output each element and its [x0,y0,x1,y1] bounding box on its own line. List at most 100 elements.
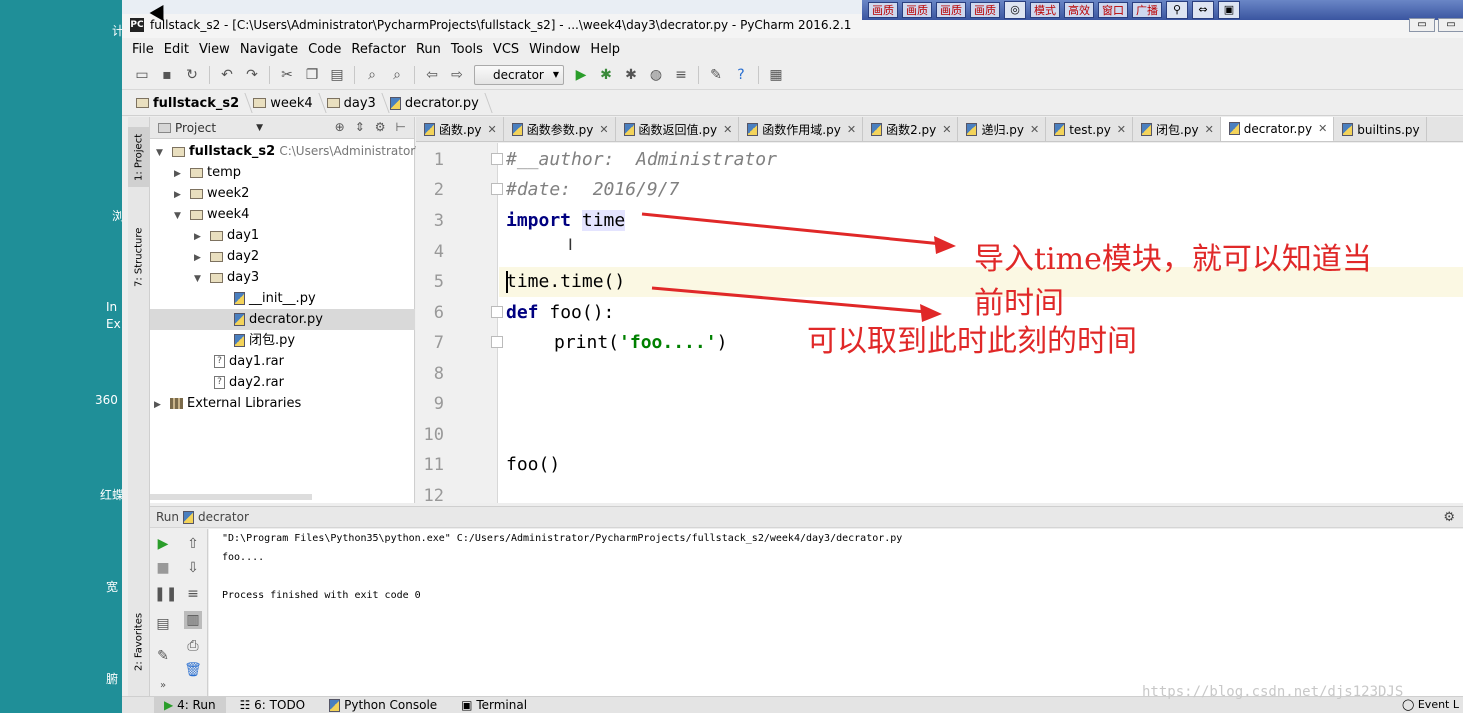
menu-edit[interactable]: Edit [164,42,189,57]
open-folder-icon[interactable]: ▭ [134,67,150,83]
tree-item[interactable]: ▶ temp [150,162,415,183]
cut-icon[interactable]: ✂ [279,67,295,83]
ext-button[interactable]: 窗口 [1098,2,1128,18]
horizontal-scrollbar[interactable] [150,494,312,500]
menu-refactor[interactable]: Refactor [351,42,406,57]
tree-item[interactable]: ▶ External Libraries [150,393,415,414]
menu-window[interactable]: Window [529,42,580,57]
close-icon[interactable]: ✕ [942,123,951,136]
close-icon[interactable]: ✕ [599,123,608,136]
editor-tab-active[interactable]: decrator.py ✕ [1220,117,1335,141]
editor-tab[interactable]: 函数作用域.py ✕ [739,117,864,141]
bottom-tab-todo[interactable]: ☷ 6: TODO [230,697,316,713]
redo-icon[interactable]: ↷ [244,67,260,83]
disc-icon[interactable]: ◎ [1004,1,1026,19]
menu-run[interactable]: Run [416,42,441,57]
fold-marker-icon[interactable] [491,153,503,165]
ext-button[interactable]: 画质 [970,2,1000,18]
ext-button[interactable]: 广播 [1132,2,1162,18]
close-icon[interactable]: ✕ [488,123,497,136]
expanded-arrow-icon[interactable]: ▼ [174,206,184,227]
tree-item[interactable]: ▶ day1 [150,225,415,246]
breadcrumb-item[interactable]: day3 [326,96,384,111]
arrows-icon[interactable]: ⇔ [1192,1,1214,19]
vcs-icon[interactable]: ▦ [768,67,784,83]
coverage-icon[interactable]: ✱ [623,67,639,83]
editor-tab[interactable]: builtins.py [1334,117,1427,141]
collapse-icon[interactable]: ⇕ [355,120,365,134]
bottom-tab-terminal[interactable]: ▣ Terminal [451,697,537,713]
close-icon[interactable]: ✕ [723,123,732,136]
stop-icon[interactable]: ■ [154,559,172,577]
editor-tab[interactable]: 函数.py ✕ [416,117,504,141]
tree-root[interactable]: ▼ fullstack_s2 C:\Users\Administrator\F [150,141,426,164]
help-icon[interactable]: ? [733,67,749,83]
up-arrow-icon[interactable]: ⇧ [184,535,202,553]
project-panel-title[interactable]: Project [175,121,216,135]
ext-button[interactable]: 高效 [1064,2,1094,18]
save-icon[interactable]: ▪ [159,67,175,83]
board-icon[interactable]: ▣ [1218,1,1240,19]
expanded-arrow-icon[interactable]: ▼ [156,143,166,164]
breadcrumb-item[interactable]: fullstack_s2 [136,96,247,111]
gear-icon[interactable]: ⚙ [1443,510,1455,525]
collapsed-arrow-icon[interactable]: ▶ [194,248,204,269]
menu-file[interactable]: File [132,42,154,57]
close-icon[interactable]: ✕ [1318,122,1327,135]
tree-item[interactable]: ▶ week2 [150,183,415,204]
bottom-tab-python-console[interactable]: Python Console [319,697,447,713]
menu-help[interactable]: Help [590,42,620,57]
collapsed-arrow-icon[interactable]: ▶ [194,227,204,248]
paste-icon[interactable]: ▤ [329,67,345,83]
down-arrow-icon[interactable]: ⇩ [184,559,202,577]
fold-marker-icon[interactable] [491,336,503,348]
editor-tab[interactable]: 递归.py ✕ [958,117,1047,141]
editor-tab[interactable]: test.py ✕ [1046,117,1134,141]
expanded-arrow-icon[interactable]: ▼ [194,269,204,290]
back-icon[interactable]: ⇦ [424,67,440,83]
settings-icon[interactable]: ✎ [708,67,724,83]
bottom-tab-run[interactable]: ▶ 4: Run [154,696,226,713]
editor-tab[interactable]: 函数2.py ✕ [863,117,959,141]
menu-vcs[interactable]: VCS [493,42,519,57]
tree-item[interactable]: __init__.py [150,288,415,309]
close-icon[interactable]: ✕ [847,123,856,136]
soft-wrap-icon[interactable]: ≡ [184,585,202,603]
close-icon[interactable]: ✕ [1205,123,1214,136]
close-icon[interactable]: ✕ [1117,123,1126,136]
layout-icon[interactable]: ▤ [154,615,172,633]
fold-marker-icon[interactable] [491,183,503,195]
side-tab-structure[interactable]: 7: Structure [128,217,150,297]
collapsed-arrow-icon[interactable]: ▶ [174,164,184,185]
undo-icon[interactable]: ↶ [219,67,235,83]
tree-item[interactable]: ▶ day2 [150,246,415,267]
editor-tab[interactable]: 函数返回值.py ✕ [615,117,740,141]
menu-navigate[interactable]: Navigate [240,42,298,57]
locate-icon[interactable]: ⊕ [335,120,345,134]
run-icon[interactable]: ▶ [573,67,589,83]
hide-icon[interactable]: ⊢ [396,120,406,134]
event-log-button[interactable]: ◯ Event L [1402,697,1463,713]
tree-item[interactable]: 闭包.py [150,330,415,351]
copy-icon[interactable]: ❐ [304,67,320,83]
antenna-icon[interactable]: ⚲ [1166,1,1188,19]
tree-item-selected[interactable]: decrator.py [150,309,415,330]
gear-icon[interactable]: ⚙ [375,120,386,134]
find-icon[interactable]: ⌕ [364,67,380,83]
replace-icon[interactable]: ⌕ [389,67,405,83]
tree-item[interactable]: ▼ week4 [150,204,415,225]
side-tab-project[interactable]: 1: Project [128,127,150,187]
breadcrumb-item[interactable]: week4 [253,96,320,111]
restore-button[interactable]: ▭ [1438,18,1463,32]
minimize-button[interactable]: ▭ [1409,18,1435,32]
close-icon[interactable]: ✕ [1030,123,1039,136]
ext-button[interactable]: 模式 [1030,2,1060,18]
trash-icon[interactable]: 🗑 [184,661,202,679]
sync-icon[interactable]: ↻ [184,67,200,83]
menu-code[interactable]: Code [308,42,341,57]
side-tab-favorites[interactable]: 2: Favorites [128,607,150,677]
pause-icon[interactable]: ❚❚ [154,585,177,603]
ext-button[interactable]: 画质 [902,2,932,18]
chevron-down-icon[interactable]: ▼ [256,123,263,133]
run-config-select[interactable]: decrator ▼ [474,64,564,85]
